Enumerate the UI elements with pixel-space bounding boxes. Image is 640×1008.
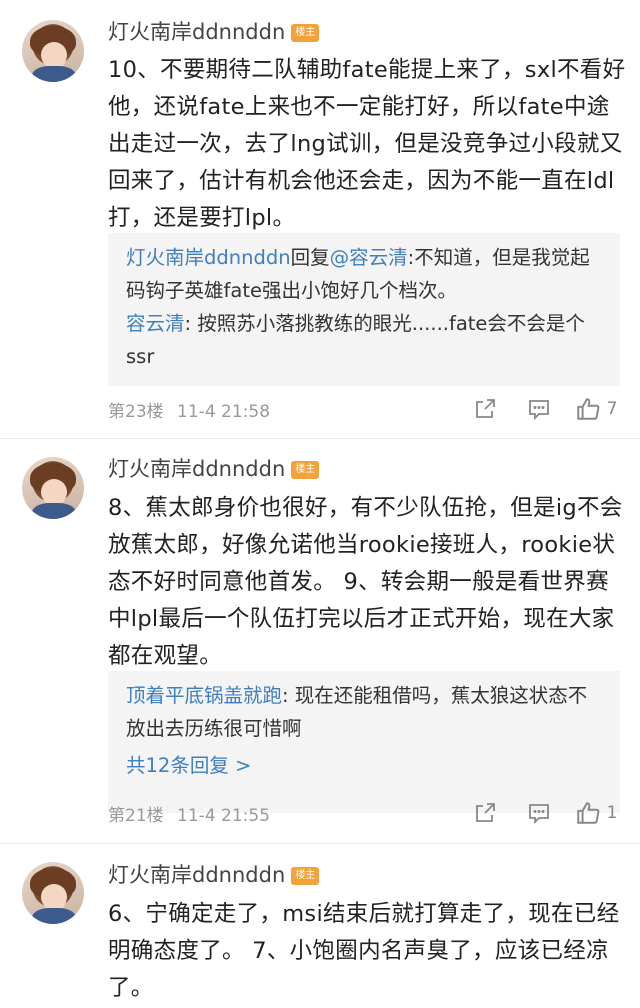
reply-box[interactable]: 顶着平底锅盖就跑: 现在还能租借吗，蕉太狼这状态不放出去历练很可惜啊 共12条回… (108, 671, 620, 813)
avatar[interactable] (22, 20, 84, 82)
reply-item[interactable]: 灯火南岸ddnnddn回复@容云清:不知道，但是我觉起码钩子英雄fate强出小饱… (126, 241, 602, 307)
reply-box[interactable]: 灯火南岸ddnnddn回复@容云清:不知道，但是我觉起码钩子英雄fate强出小饱… (108, 233, 620, 386)
post-actions: 1 (458, 800, 626, 826)
like-button[interactable]: 7 (566, 396, 626, 422)
share-icon (476, 803, 495, 822)
post-content: 8、蕉太郎身价也很好，有不少队伍抢，但是ig不会放蕉太郎，好像允诺他当rooki… (108, 495, 623, 669)
post-floor-next: 灯火南岸ddnnddn 楼主 6、宁确定走了，msi结束后就打算走了，现在已经明确… (0, 844, 640, 1008)
reply-author[interactable]: 容云清 (126, 312, 185, 335)
post-floor-21: 灯火南岸ddnnddn 楼主 8、蕉太郎身价也很好，有不少队伍抢，但是ig不会放蕉… (0, 439, 640, 844)
post-actions: 7 (458, 396, 626, 422)
post-time: 11-4 21:58 (177, 402, 271, 422)
comment-icon (529, 400, 549, 421)
comment-button[interactable] (512, 801, 566, 825)
username-link[interactable]: 灯火南岸ddnnddn 楼主 (108, 455, 320, 483)
username-link[interactable]: 灯火南岸ddnnddn 楼主 (108, 18, 320, 46)
share-icon (476, 399, 495, 418)
username-link[interactable]: 灯火南岸ddnnddn 楼主 (108, 861, 320, 889)
post-content: 10、不要期待二队辅助fate能提上来了，sxl不看好他，还说fate上来也不一… (108, 57, 626, 231)
username[interactable]: 灯火南岸ddnnddn (108, 863, 285, 887)
reply-keyword: 回复 (290, 246, 330, 269)
reply-item[interactable]: 容云清: 按照苏小落挑教练的眼光......fate会不会是个ssr (126, 307, 602, 373)
username[interactable]: 灯火南岸ddnnddn (108, 20, 285, 44)
more-replies-link[interactable]: 共12条回复 > (126, 749, 602, 782)
op-badge: 楼主 (291, 461, 320, 479)
post-meta: 第21楼 11-4 21:55 (108, 804, 270, 828)
username[interactable]: 灯火南岸ddnnddn (108, 457, 285, 481)
reply-text: : 按照苏小落挑教练的眼光......fate会不会是个ssr (126, 312, 585, 368)
thumbs-up-icon (576, 398, 599, 420)
post-meta: 第23楼 11-4 21:58 (108, 400, 270, 424)
reply-mention[interactable]: @容云清 (330, 246, 408, 269)
floor-number: 第21楼 (108, 806, 164, 826)
reply-author[interactable]: 顶着平底锅盖就跑 (126, 684, 282, 707)
like-count: 1 (606, 803, 618, 823)
share-button[interactable] (458, 801, 512, 825)
avatar[interactable] (22, 862, 84, 924)
thumbs-up-icon (576, 802, 599, 824)
like-count: 7 (606, 399, 618, 419)
comment-button[interactable] (512, 397, 566, 421)
comment-icon (529, 804, 549, 825)
post-time: 11-4 21:55 (177, 806, 271, 826)
floor-number: 第23楼 (108, 402, 164, 422)
reply-item[interactable]: 顶着平底锅盖就跑: 现在还能租借吗，蕉太狼这状态不放出去历练很可惜啊 (126, 679, 602, 745)
avatar[interactable] (22, 457, 84, 519)
post-content: 6、宁确定走了，msi结束后就打算走了，现在已经明确态度了。 7、小饱圈内名声臭… (108, 901, 620, 1001)
like-button[interactable]: 1 (566, 800, 626, 826)
op-badge: 楼主 (291, 867, 320, 885)
post-floor-23: 灯火南岸ddnnddn 楼主 10、不要期待二队辅助fate能提上来了，sxl不看… (0, 0, 640, 439)
reply-author[interactable]: 灯火南岸ddnnddn (126, 246, 291, 269)
op-badge: 楼主 (291, 24, 320, 42)
share-button[interactable] (458, 397, 512, 421)
